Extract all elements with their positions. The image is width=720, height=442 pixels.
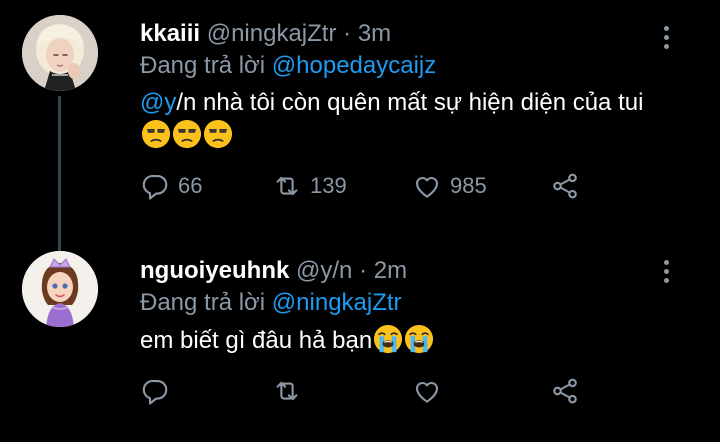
- separator: ·: [343, 20, 352, 47]
- reply-count: 66: [178, 173, 203, 198]
- reply-icon: [140, 171, 170, 201]
- unamused-face-emoji: [203, 119, 233, 149]
- reply-button[interactable]: [140, 376, 170, 406]
- separator: ·: [359, 257, 368, 284]
- display-name[interactable]: nguoiyeuhnk: [140, 257, 289, 284]
- more-vertical-icon[interactable]: [662, 26, 670, 53]
- timestamp[interactable]: 2m: [374, 257, 407, 284]
- share-button[interactable]: [550, 376, 580, 406]
- tweet-text-content: /n nhà tôi còn quên mất sự hiện diện của…: [176, 89, 644, 116]
- user-handle[interactable]: @ningkajZtr: [207, 20, 337, 47]
- replying-to: Đang trả lời @ningkajZtr: [140, 288, 660, 318]
- tweet-text: @y/n nhà tôi còn quên mất sự hiện diện c…: [140, 87, 660, 152]
- retweet-icon: [272, 376, 302, 406]
- mention-link[interactable]: @y: [140, 89, 176, 116]
- more-vertical-icon[interactable]: [662, 260, 670, 287]
- share-icon: [550, 376, 580, 406]
- reply-icon: [140, 376, 170, 406]
- timestamp[interactable]: 3m: [358, 20, 391, 47]
- like-count: 985: [450, 173, 487, 198]
- reply-button[interactable]: 66: [140, 171, 202, 201]
- retweet-button[interactable]: 139: [272, 171, 347, 201]
- retweet-icon: [272, 171, 302, 201]
- user-handle[interactable]: @y/n: [296, 257, 352, 284]
- replying-prefix: Đang trả lời: [140, 289, 266, 316]
- unamused-face-emoji: [141, 119, 171, 149]
- share-button[interactable]: [550, 171, 580, 201]
- like-button[interactable]: 985: [412, 171, 487, 201]
- display-name[interactable]: kkaiii: [140, 20, 200, 47]
- heart-icon: [412, 376, 442, 406]
- tweet[interactable]: nguoiyeuhnk @y/n · 2m Đang trả lời @ning…: [0, 232, 720, 442]
- heart-icon: [412, 171, 442, 201]
- thread-connector-line: [58, 96, 61, 254]
- share-icon: [550, 171, 580, 201]
- unamused-face-emoji: [172, 119, 202, 149]
- tweet-header: kkaiii @ningkajZtr · 3m: [140, 19, 660, 49]
- replying-to-link[interactable]: @ningkajZtr: [272, 289, 402, 316]
- loudly-crying-face-emoji: [373, 324, 403, 354]
- avatar[interactable]: [22, 251, 98, 327]
- retweet-count: 139: [310, 173, 347, 198]
- tweet[interactable]: kkaiii @ningkajZtr · 3m Đang trả lời @ho…: [0, 0, 720, 254]
- retweet-button[interactable]: [272, 376, 302, 406]
- loudly-crying-face-emoji: [404, 324, 434, 354]
- avatar[interactable]: [22, 15, 98, 91]
- replying-to-link[interactable]: @hopedaycaijz: [272, 52, 436, 79]
- tweet-header: nguoiyeuhnk @y/n · 2m: [140, 256, 660, 286]
- tweet-text-content: em biết gì đâu hả bạn: [140, 327, 373, 354]
- like-button[interactable]: [412, 376, 442, 406]
- tweet-text: em biết gì đâu hả bạn: [140, 324, 660, 357]
- replying-prefix: Đang trả lời: [140, 52, 266, 79]
- replying-to: Đang trả lời @hopedaycaijz: [140, 51, 660, 81]
